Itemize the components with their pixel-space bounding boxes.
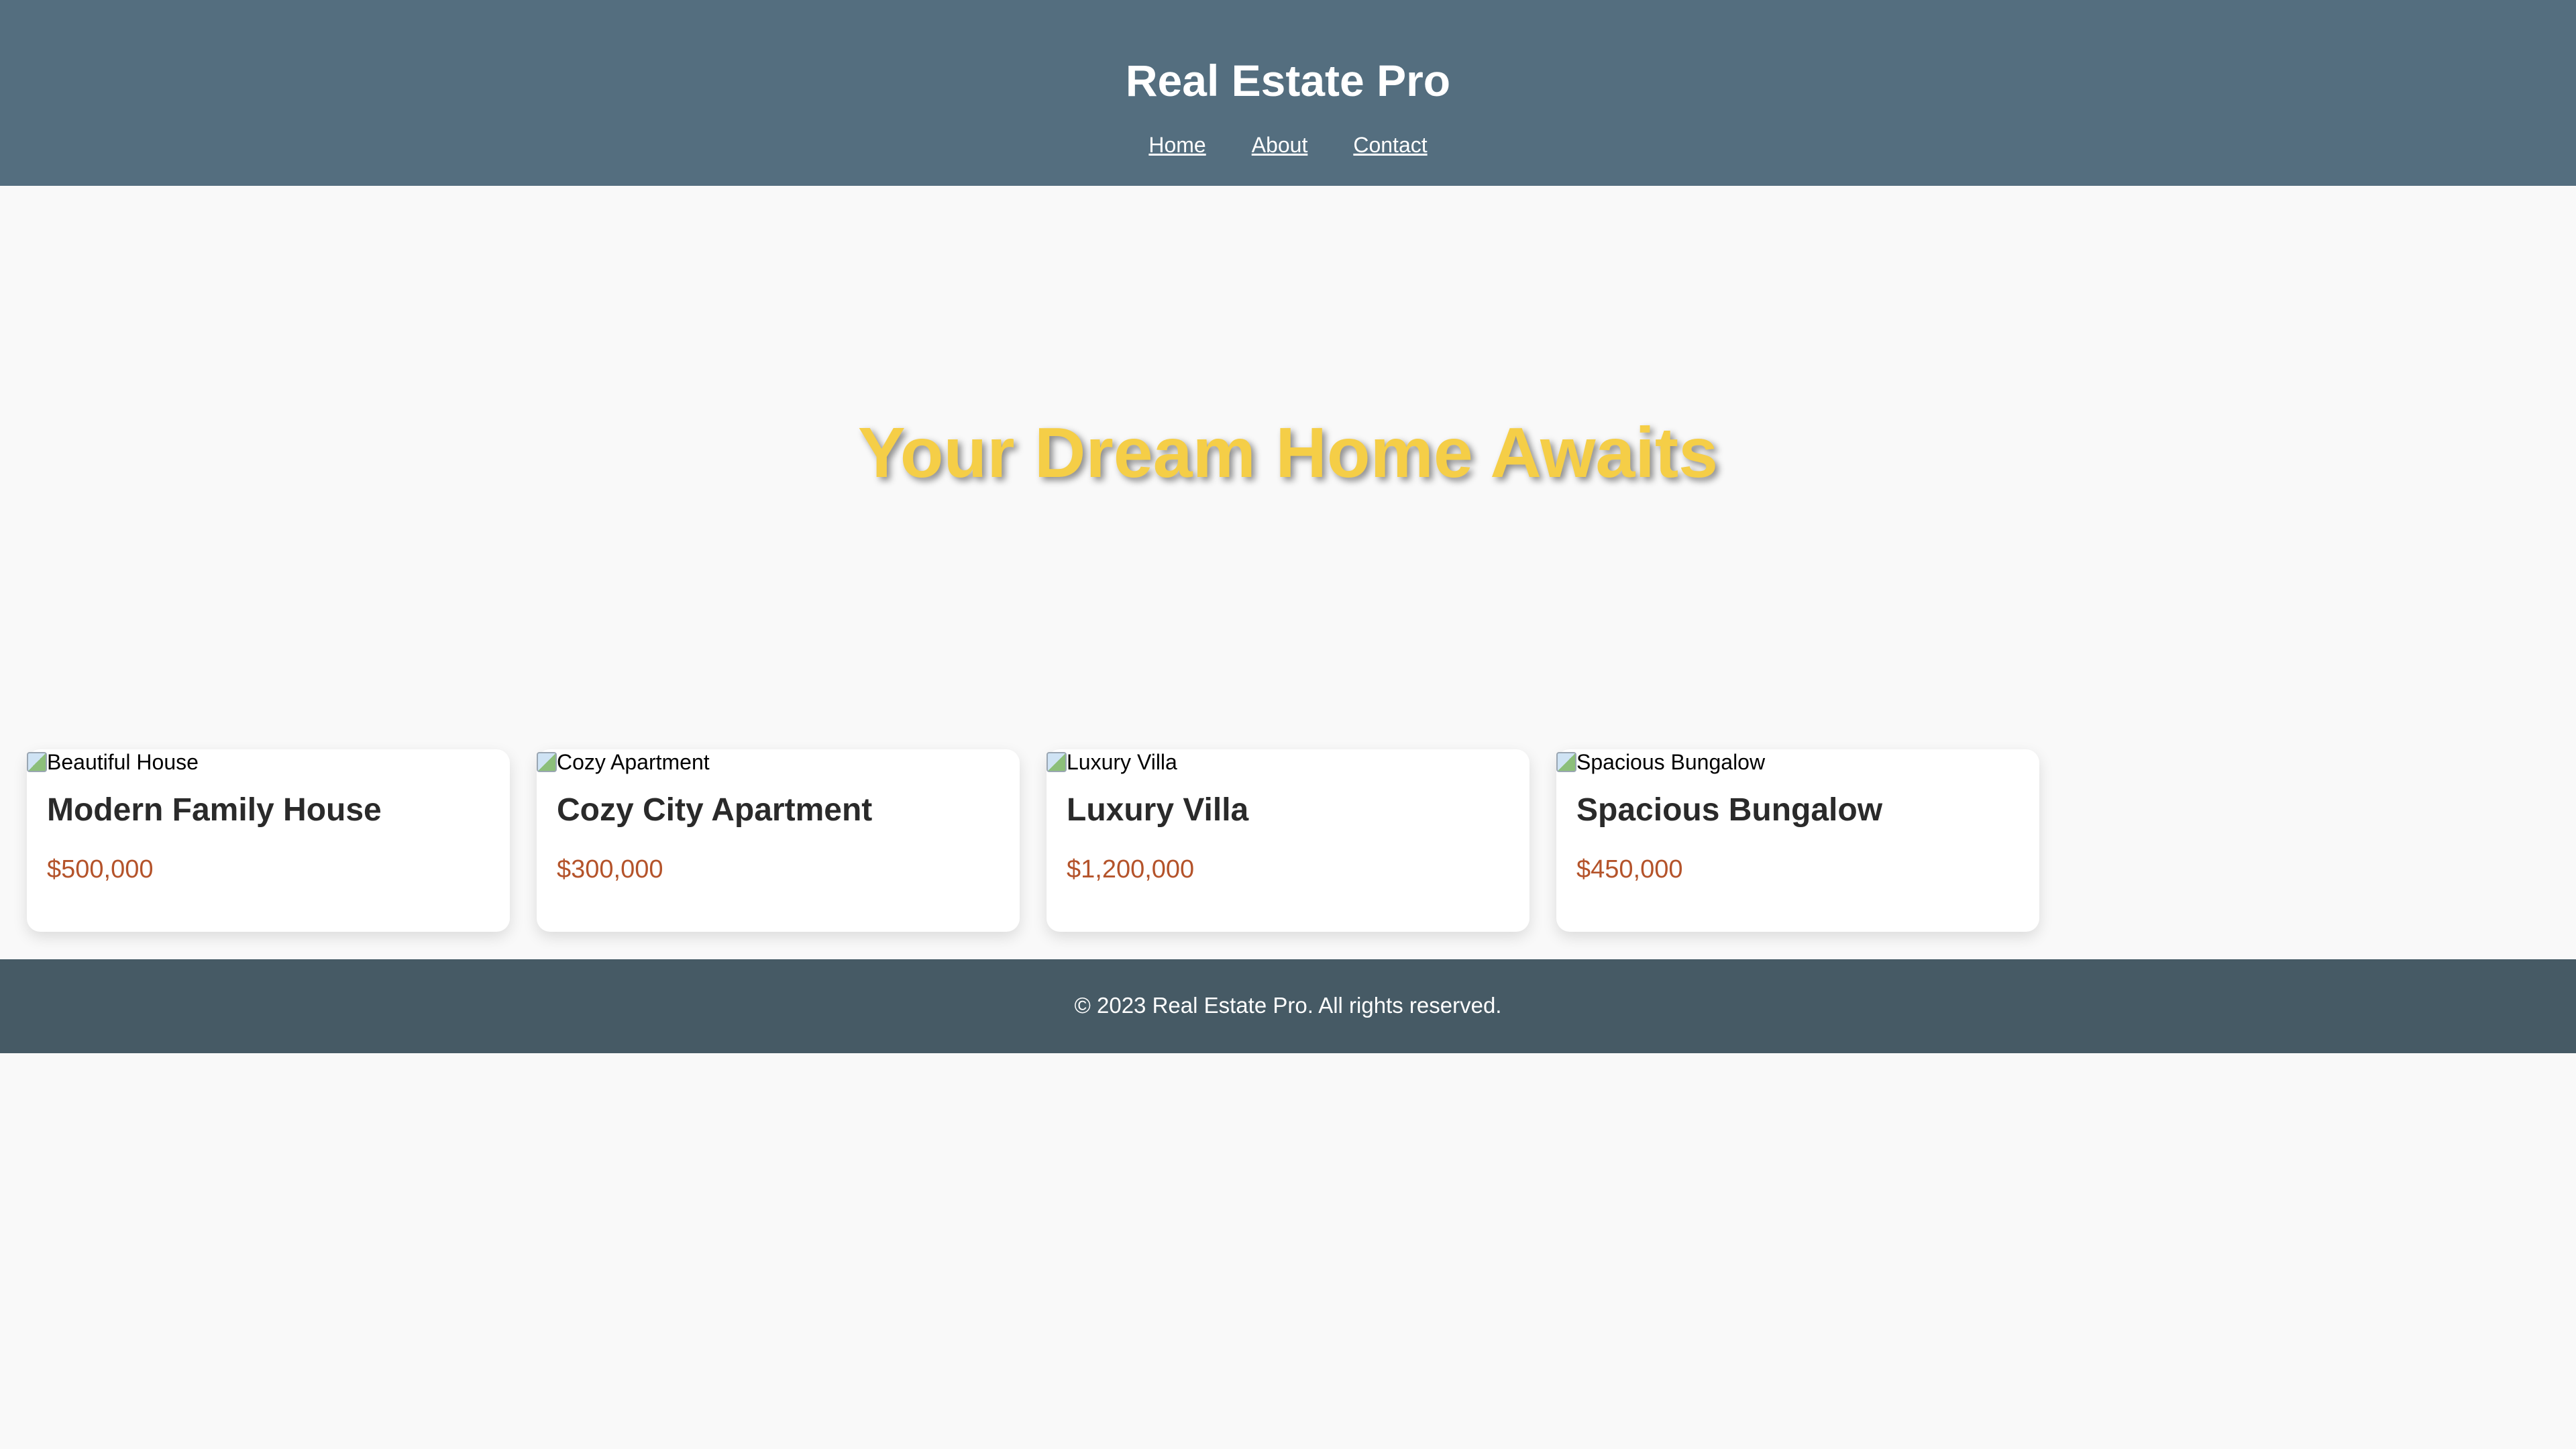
property-image: Cozy Apartment	[537, 749, 710, 775]
property-card[interactable]: Cozy Apartment Cozy City Apartment $300,…	[537, 749, 1020, 932]
footer-copyright: © 2023 Real Estate Pro. All rights reser…	[1074, 993, 1502, 1018]
property-price: $300,000	[557, 855, 663, 883]
property-price: $450,000	[1576, 855, 1683, 883]
nav-link-about[interactable]: About	[1252, 131, 1308, 158]
broken-image-icon	[27, 752, 47, 772]
property-image: Spacious Bungalow	[1556, 749, 1765, 775]
property-image-alt: Luxury Villa	[1067, 750, 1177, 774]
property-image: Beautiful House	[27, 749, 199, 775]
property-image-alt: Beautiful House	[47, 750, 199, 774]
property-image-alt: Spacious Bungalow	[1576, 750, 1766, 774]
broken-image-icon	[1046, 752, 1067, 772]
broken-image-icon	[537, 752, 557, 772]
site-header: Real Estate Pro Home About Contact	[0, 0, 2576, 186]
property-listings: Beautiful House Modern Family House $500…	[27, 749, 2039, 932]
property-price: $1,200,000	[1067, 855, 1195, 883]
nav-link-contact[interactable]: Contact	[1353, 131, 1427, 158]
property-title: Luxury Villa	[1067, 792, 1249, 828]
property-card[interactable]: Spacious Bungalow Spacious Bungalow $450…	[1556, 749, 2039, 932]
main-nav: Home About Contact	[0, 131, 2576, 158]
property-card[interactable]: Luxury Villa Luxury Villa $1,200,000	[1046, 749, 1529, 932]
site-footer: © 2023 Real Estate Pro. All rights reser…	[0, 959, 2576, 1053]
property-image: Luxury Villa	[1046, 749, 1177, 775]
property-price: $500,000	[47, 855, 154, 883]
property-image-alt: Cozy Apartment	[557, 750, 710, 774]
hero-title: Your Dream Home Awaits	[857, 413, 1719, 492]
property-title: Modern Family House	[47, 792, 382, 828]
site-title: Real Estate Pro	[1125, 56, 1451, 105]
broken-image-icon	[1556, 752, 1576, 772]
property-title: Spacious Bungalow	[1576, 792, 1883, 828]
property-title: Cozy City Apartment	[557, 792, 873, 828]
property-card[interactable]: Beautiful House Modern Family House $500…	[27, 749, 510, 932]
nav-link-home[interactable]: Home	[1148, 131, 1205, 158]
